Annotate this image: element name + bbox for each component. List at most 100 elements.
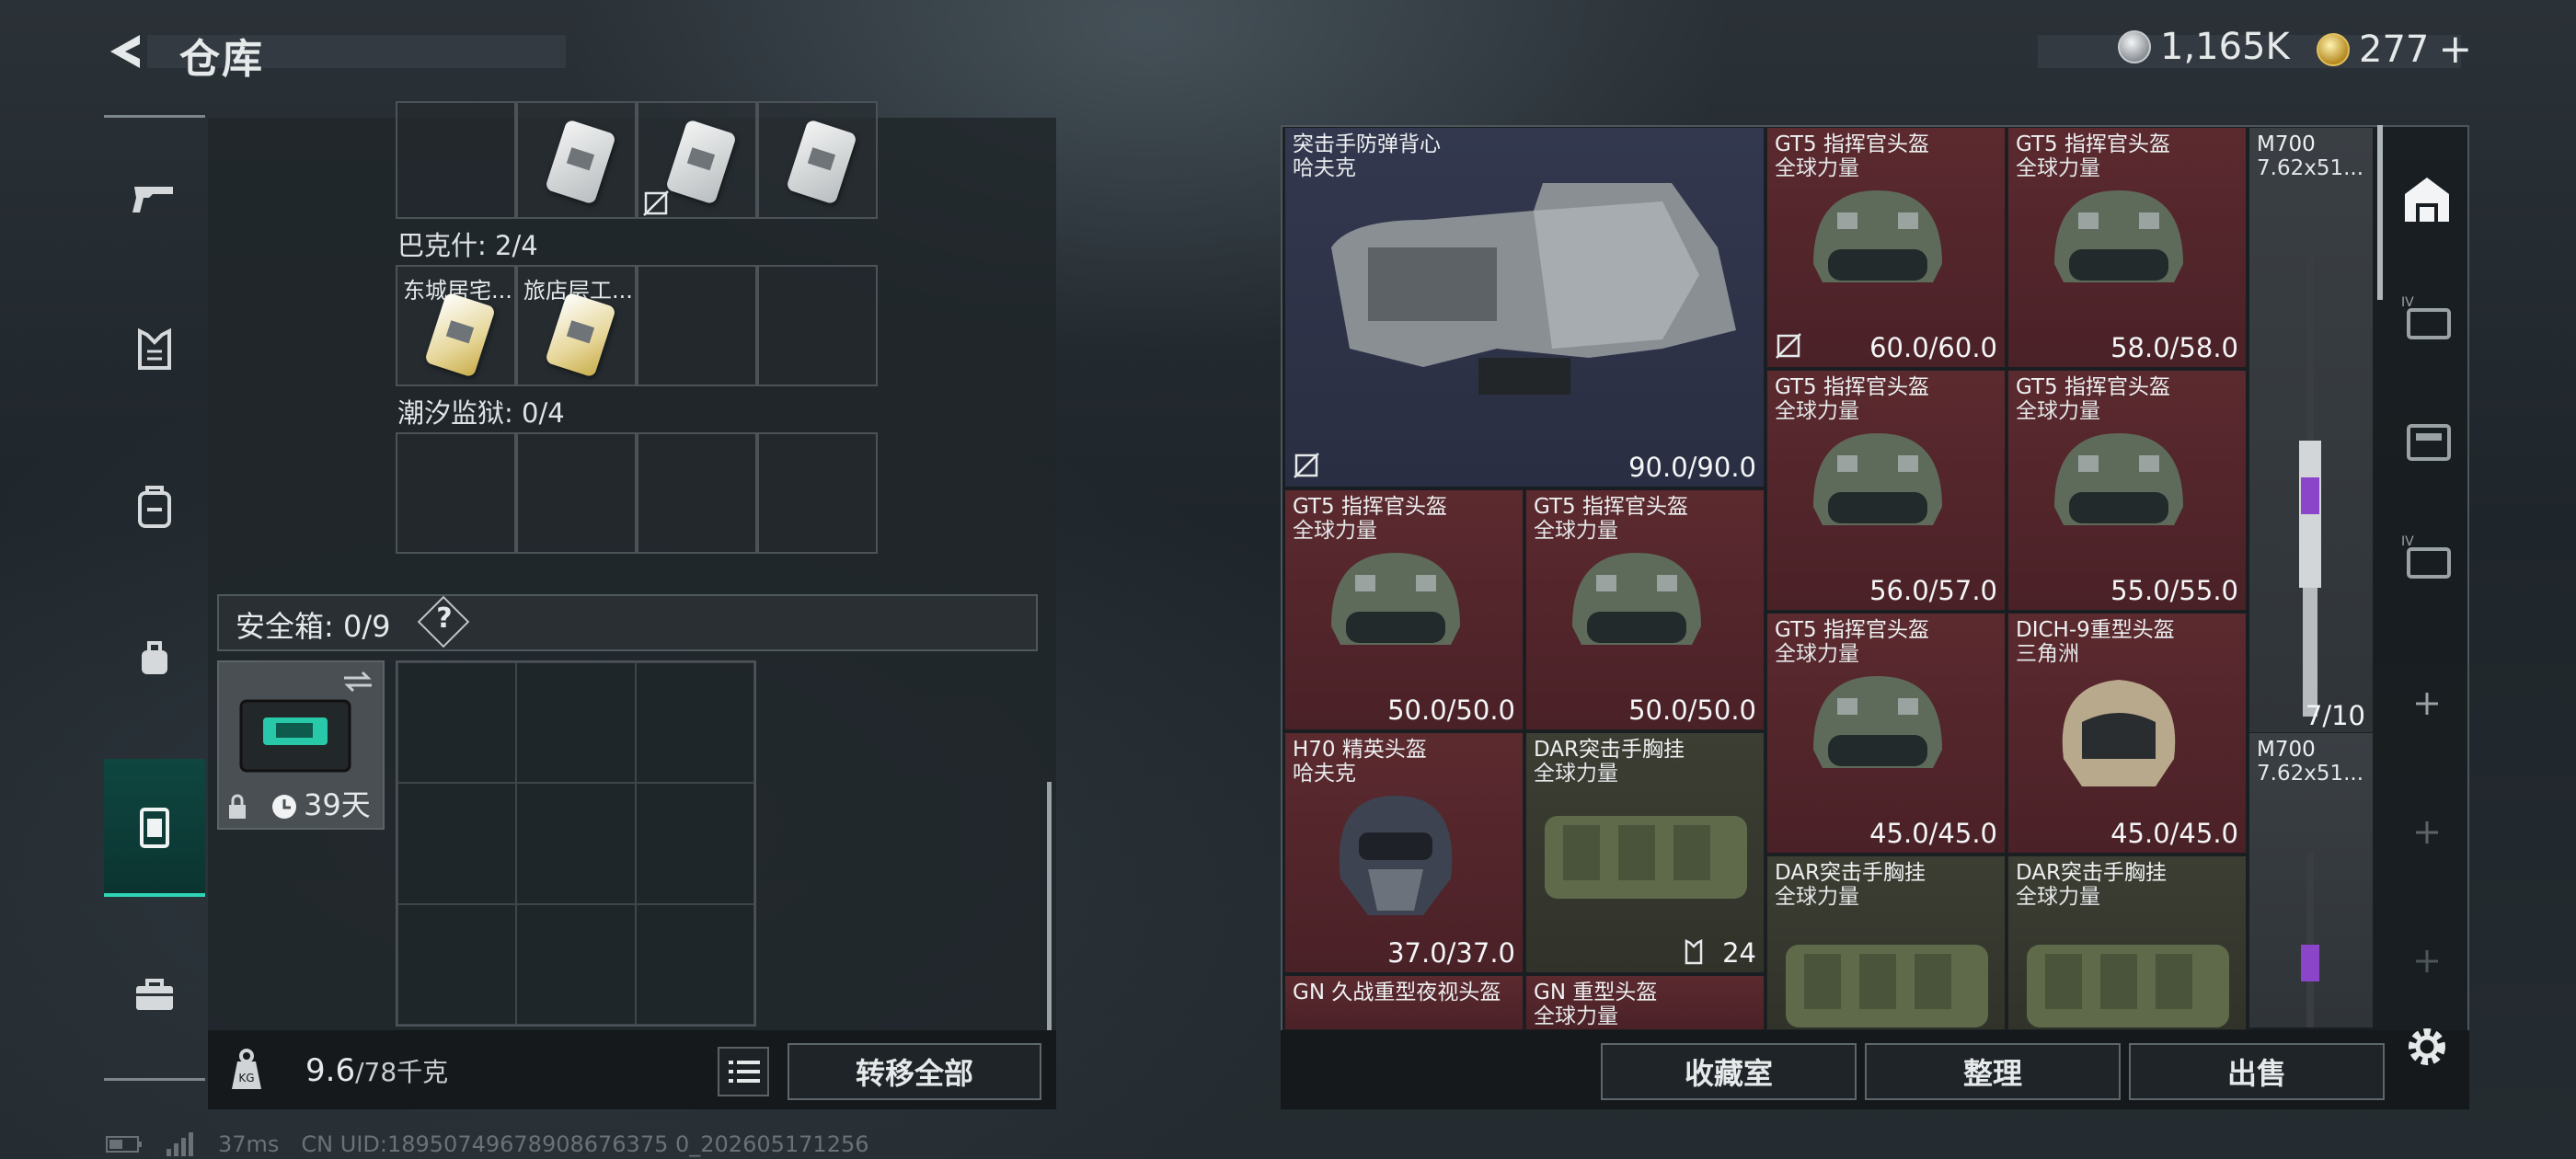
item-durability: 56.0/57.0: [1869, 575, 1997, 606]
warehouse-scrollbar[interactable]: [2377, 125, 2383, 300]
safe-slot[interactable]: [516, 903, 636, 1025]
keycard-icon: [424, 292, 496, 378]
uid-readout: CN UID:18950749678908676375 0_2026051712…: [301, 1131, 869, 1157]
sidebar-item-armor[interactable]: [104, 281, 205, 419]
sidebar-item-toolbox[interactable]: [104, 924, 205, 1062]
add-currency-button[interactable]: +: [2438, 26, 2472, 73]
item-helmet[interactable]: GN 久战重型夜视头盔: [1284, 975, 1524, 1030]
item-helmet[interactable]: GT5 指挥官头盔 全球力量 56.0/57.0: [1766, 370, 2006, 611]
safe-slot[interactable]: [635, 783, 754, 904]
item-helmet[interactable]: DICH-9重型头盔 三角洲 45.0/45.0: [2007, 613, 2247, 854]
gold-currency[interactable]: 277 +: [2317, 26, 2472, 73]
plus-icon: [2416, 693, 2438, 715]
key-slot[interactable]: [396, 432, 516, 554]
back-arrow-icon[interactable]: [103, 28, 151, 75]
settings-gear-icon[interactable]: [2403, 1023, 2451, 1071]
add-storage-button[interactable]: [2385, 773, 2469, 892]
key-slot[interactable]: 东城居宅...: [396, 265, 516, 386]
item-name: GT5 指挥官头盔: [1775, 132, 1929, 156]
swap-icon[interactable]: [342, 670, 374, 694]
helmet-image: [1339, 796, 1453, 915]
warehouse-tab-6[interactable]: IV: [2385, 499, 2469, 618]
item-chest-rig[interactable]: DAR突击手胸挂 全球力量: [2007, 855, 2247, 1030]
item-name: H70 精英头盔: [1293, 738, 1427, 762]
item-name: GT5 指挥官头盔: [1775, 375, 1929, 399]
sidebar-item-rig[interactable]: [104, 589, 205, 727]
item-brand: 全球力量: [1534, 519, 1618, 543]
list-view-button[interactable]: [718, 1047, 769, 1096]
item-helmet[interactable]: GT5 指挥官头盔 全球力量 58.0/58.0: [2007, 127, 2247, 368]
sort-button[interactable]: 整理: [1865, 1043, 2121, 1100]
item-vest[interactable]: 突击手防弹背心 哈夫克 90.0/90.0: [1284, 127, 1765, 488]
item-helmet[interactable]: GT5 指挥官头盔 全球力量 55.0/55.0: [2007, 370, 2247, 611]
item-helmet[interactable]: GT5 指挥官头盔 全球力量 50.0/50.0: [1284, 489, 1524, 730]
chest-rig-image: [1786, 945, 1988, 1027]
item-chest-rig[interactable]: DAR突击手胸挂 全球力量: [1766, 855, 2006, 1030]
container-scrollbar[interactable]: [1047, 782, 1052, 1030]
svg-text:IV: IV: [2401, 534, 2414, 549]
item-name: 突击手防弹背心: [1293, 132, 1441, 156]
key-slot[interactable]: [757, 265, 878, 386]
add-storage-button[interactable]: [2385, 644, 2469, 763]
safe-slot[interactable]: [397, 783, 517, 904]
item-rifle[interactable]: M700 7.62x51... 7/10: [2248, 127, 2374, 736]
status-footer: 37ms CN UID:18950749678908676375 0_20260…: [106, 1131, 869, 1157]
key-slot[interactable]: 旅店层工...: [516, 265, 637, 386]
item-rifle[interactable]: M700 7.62x51...: [2248, 732, 2374, 1028]
collection-room-button[interactable]: 收藏室: [1601, 1043, 1857, 1100]
item-name: DAR突击手胸挂: [1534, 738, 1685, 762]
item-capacity: 24: [1722, 937, 1756, 969]
sidebar-item-backpack[interactable]: [104, 437, 205, 575]
safe-box-grid[interactable]: [396, 660, 756, 1027]
safe-slot[interactable]: [635, 903, 754, 1025]
item-name: GT5 指挥官头盔: [1534, 495, 1688, 519]
keycard-icon: [545, 119, 616, 205]
item-ammo-count: 7/10: [2305, 700, 2365, 731]
safe-case-icon: [239, 699, 351, 773]
safe-container-icon: [140, 808, 169, 848]
key-slot[interactable]: [516, 432, 637, 554]
safe-slot[interactable]: [397, 903, 517, 1025]
item-helmet[interactable]: GT5 指挥官头盔 全球力量 50.0/50.0: [1525, 489, 1765, 730]
item-name: DAR突击手胸挂: [2016, 861, 2168, 885]
item-chest-rig[interactable]: DAR突击手胸挂 全球力量 24: [1525, 732, 1765, 973]
key-slot[interactable]: [757, 432, 878, 554]
helmet-image: [1813, 190, 1942, 282]
item-helmet[interactable]: GN 重型头盔 全球力量: [1525, 975, 1765, 1030]
keycard-icon: [545, 292, 616, 378]
key-slot[interactable]: [396, 101, 516, 219]
item-name: GT5 指挥官头盔: [1775, 618, 1929, 642]
item-name: DICH-9重型头盔: [2016, 618, 2175, 642]
transfer-all-button[interactable]: 转移全部: [788, 1043, 1041, 1100]
key-slot[interactable]: [757, 101, 878, 219]
list-icon: [729, 1061, 760, 1083]
helmet-image: [1331, 553, 1460, 645]
item-helmet[interactable]: GT5 指挥官头盔 全球力量 45.0/45.0: [1766, 613, 2006, 854]
key-slot[interactable]: [637, 265, 757, 386]
section-bakeshi-label: 巴克什: 2/4: [397, 230, 538, 261]
no-trade-icon: [643, 190, 669, 216]
safe-slot[interactable]: [516, 783, 636, 904]
key-slot[interactable]: [637, 432, 757, 554]
safe-slot[interactable]: [397, 662, 517, 784]
sidebar-top-divider: [104, 115, 205, 118]
vest-capacity-icon: [1685, 939, 1703, 965]
item-brand: 全球力量: [1775, 156, 1859, 180]
safe-box-item[interactable]: 39天: [217, 660, 385, 830]
key-slot[interactable]: [516, 101, 637, 219]
item-helmet[interactable]: H70 精英头盔 哈夫克 37.0/37.0: [1284, 732, 1524, 973]
warehouse-main-tab[interactable]: [2385, 140, 2469, 259]
item-helmet[interactable]: GT5 指挥官头盔 全球力量 60.0/60.0: [1766, 127, 2006, 368]
sidebar-item-weapons[interactable]: [104, 129, 205, 267]
safe-slot[interactable]: [635, 662, 754, 784]
warehouse-tab-4[interactable]: IV: [2385, 259, 2469, 379]
add-storage-button[interactable]: [2385, 901, 2469, 1021]
silver-currency: 1,165K: [2118, 26, 2290, 68]
chest-rig-image: [1545, 816, 1747, 899]
safe-slot[interactable]: [516, 662, 636, 784]
sell-button[interactable]: 出售: [2129, 1043, 2385, 1100]
item-durability: 55.0/55.0: [2110, 575, 2238, 606]
sidebar-item-container[interactable]: [104, 759, 205, 897]
warehouse-tab-5[interactable]: [2385, 379, 2469, 499]
key-slot[interactable]: [637, 101, 757, 219]
